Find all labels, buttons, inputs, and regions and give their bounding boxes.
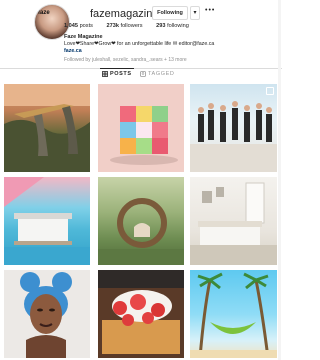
- tab-tagged[interactable]: TAGGED: [140, 71, 174, 77]
- post-thumbnail-group-jump[interactable]: [190, 84, 277, 172]
- tag-icon: [140, 71, 146, 77]
- cake-cubes-image: [98, 84, 184, 172]
- avatar-logo: faze: [38, 10, 50, 16]
- post-thumbnail-overwater-bed[interactable]: [4, 177, 90, 265]
- post-thumbnail-cake-cubes[interactable]: [98, 84, 184, 172]
- post-thumbnail-strawberry-waffle[interactable]: [98, 270, 184, 358]
- post-thumbnail-bedroom[interactable]: [190, 177, 277, 265]
- golden-bridge-image: [4, 84, 90, 172]
- followed-by-text[interactable]: Followed by juleshall, sezelic, sandra_.…: [64, 57, 187, 63]
- bedroom-image: [190, 182, 277, 265]
- multiple-photos-icon: [266, 87, 274, 95]
- profile-stats: 1,045 posts 273k followers 293 following: [64, 23, 201, 29]
- group-jump-image: [190, 101, 277, 172]
- grid-icon: [102, 71, 108, 77]
- following-button[interactable]: Following: [152, 6, 188, 20]
- post-thumbnail-golden-bridge[interactable]: [4, 84, 90, 172]
- tab-posts-label: POSTS: [110, 71, 132, 77]
- nest-swing-image: [98, 198, 184, 265]
- scrollbar[interactable]: [278, 0, 281, 360]
- profile-tabs: POSTS TAGGED: [0, 68, 282, 83]
- bio-website-link[interactable]: faze.ca: [64, 48, 82, 54]
- post-thumbnail-nest-swing[interactable]: [98, 177, 184, 265]
- bio-text: Love❤Share❤Grow❤ for an unforgettable li…: [64, 41, 215, 47]
- tab-posts[interactable]: POSTS: [100, 68, 134, 77]
- tab-tagged-label: TAGGED: [148, 71, 175, 77]
- post-thumbnail-blue-hair-portrait[interactable]: [4, 270, 90, 358]
- chevron-down-icon[interactable]: ▾: [190, 6, 200, 20]
- strawberry-waffle-image: [98, 270, 184, 354]
- blue-hair-portrait-image: [20, 272, 72, 358]
- post-thumbnail-hammock[interactable]: [190, 270, 277, 358]
- following-count[interactable]: 293 following: [156, 23, 189, 29]
- overwater-bed-image: [4, 177, 90, 265]
- more-options-icon[interactable]: •••: [205, 7, 215, 14]
- hammock-image: [190, 272, 277, 358]
- bio-name: Faze Magazine: [64, 34, 103, 40]
- posts-grid: [0, 82, 282, 360]
- profile-header: faze fazemagazine Following ▾ ••• 1,045 …: [0, 0, 282, 68]
- profile-username: fazemagazine: [90, 8, 159, 20]
- posts-count: 1,045 posts: [64, 23, 93, 29]
- followers-count[interactable]: 273k followers: [107, 23, 143, 29]
